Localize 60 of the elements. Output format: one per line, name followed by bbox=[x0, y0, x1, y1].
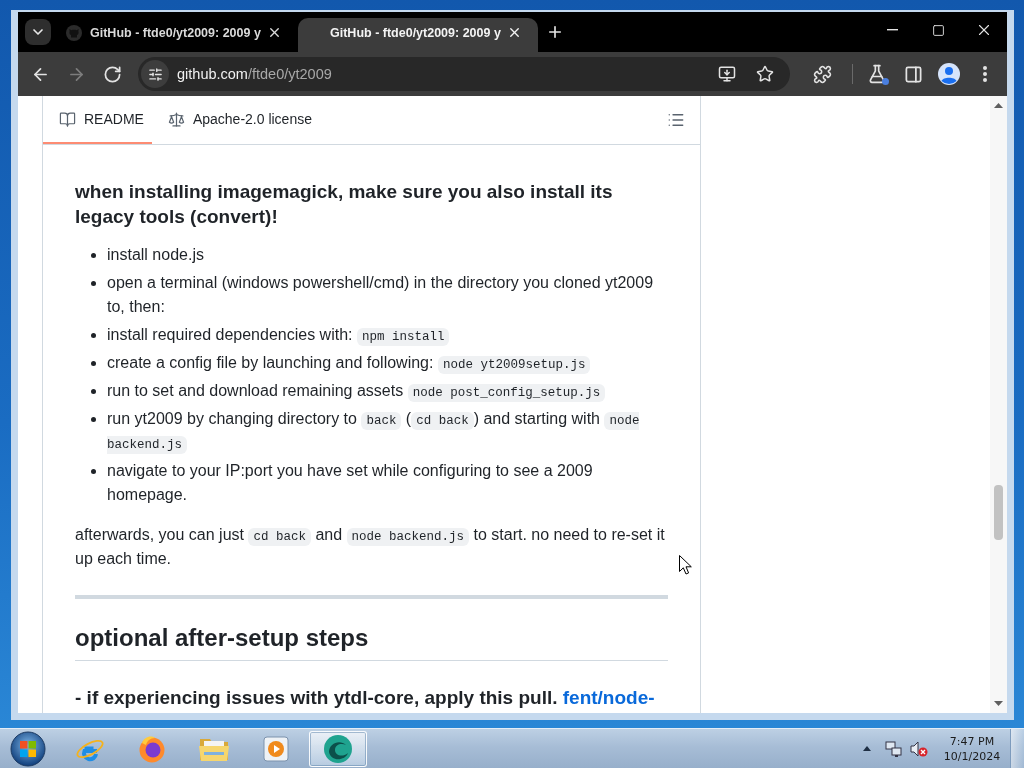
list-item-text: open a terminal (windows powershell/cmd) in the directory you cloned yt2009 to, then: bbox=[107, 273, 655, 317]
scroll-down-icon[interactable] bbox=[994, 701, 1003, 706]
list-item-text: run yt2009 by changing directory to back ( cd back ) and starting with node backend.js bbox=[107, 409, 641, 455]
list-icon bbox=[667, 111, 685, 129]
taskbar-button[interactable] bbox=[309, 730, 367, 767]
caret-up-icon[interactable] bbox=[863, 746, 871, 751]
avatar-icon bbox=[938, 63, 960, 85]
maximize-icon bbox=[931, 23, 945, 37]
close-icon[interactable] bbox=[507, 25, 522, 40]
heading: - if experiencing issues with ytdl-core, apply this pull. fent/node- bbox=[75, 686, 656, 710]
list-item-text: install node.js bbox=[107, 245, 205, 265]
bullet-icon bbox=[91, 253, 96, 258]
reload-icon bbox=[102, 64, 122, 84]
monitor-download-icon bbox=[718, 65, 736, 83]
book-icon bbox=[59, 110, 76, 128]
link[interactable]: fent/node- bbox=[562, 687, 655, 708]
speaker-muted-icon[interactable] bbox=[910, 739, 928, 758]
side-panel-icon bbox=[903, 64, 923, 84]
notification-dot-icon bbox=[882, 78, 889, 85]
bullet-icon bbox=[91, 469, 96, 474]
tune-icon bbox=[147, 66, 163, 82]
puzzle-icon bbox=[812, 64, 832, 84]
list-item-text: run to set and download remaining assets node post_config_setup.js bbox=[107, 379, 668, 403]
tab[interactable]: Apache-2.0 license bbox=[151, 96, 320, 144]
list-item-text: install required dependencies with: npm install bbox=[107, 323, 668, 347]
bullet-icon bbox=[91, 389, 96, 394]
plus-icon bbox=[546, 23, 564, 41]
heading: when installing imagemagick, make sure you also install its legacy tools (convert)! bbox=[75, 180, 614, 229]
scrollbar[interactable] bbox=[990, 96, 1007, 713]
paragraph: afterwards, you can just cd back and node backend.js to start. no need to re-set it up each time. bbox=[75, 525, 666, 569]
start-orb-icon bbox=[10, 730, 46, 767]
tab[interactable]: README bbox=[43, 96, 152, 144]
menu-icon bbox=[983, 66, 987, 82]
bullet-icon bbox=[91, 417, 96, 422]
bullet-icon bbox=[91, 361, 96, 366]
crescent-circle-icon bbox=[323, 733, 353, 764]
address-bar[interactable]: github.com/ftde0/yt2009 bbox=[138, 57, 790, 91]
section-heading: optional after-setup steps bbox=[75, 623, 668, 661]
minimize-icon bbox=[886, 29, 898, 31]
bullet-icon bbox=[91, 333, 96, 338]
scroll-up-icon[interactable] bbox=[994, 103, 1003, 108]
bullet-icon bbox=[91, 281, 96, 286]
network-icon[interactable] bbox=[885, 739, 903, 758]
round-logo-icon bbox=[66, 24, 82, 41]
url-text: github.com/ftde0/yt2009 bbox=[177, 66, 332, 82]
star-icon bbox=[756, 65, 774, 83]
list-item-text: navigate to your IP:port you have set while configuring to see a 2009 homepage. bbox=[107, 461, 594, 505]
browser-tab[interactable]: GitHub - ftde0/yt2009: 2009 y bbox=[58, 18, 298, 52]
close-icon[interactable] bbox=[267, 25, 282, 40]
scale-icon bbox=[167, 110, 185, 128]
ring-globe-icon bbox=[138, 734, 166, 763]
play-tile-icon bbox=[263, 735, 289, 762]
mouse-pointer-icon bbox=[679, 555, 692, 575]
list-item-text: create a config file by launching and following: node yt2009setup.js bbox=[107, 351, 668, 375]
clock-date: 10/1/2024 bbox=[943, 748, 1001, 764]
browser-tab[interactable]: GitHub - ftde0/yt2009: 2009 y bbox=[298, 18, 538, 52]
tab-search-button[interactable] bbox=[25, 19, 51, 45]
clock-time: 7:47 PM bbox=[949, 733, 995, 749]
scrollbar-thumb[interactable] bbox=[994, 485, 1003, 540]
site-info-button[interactable] bbox=[141, 60, 169, 88]
